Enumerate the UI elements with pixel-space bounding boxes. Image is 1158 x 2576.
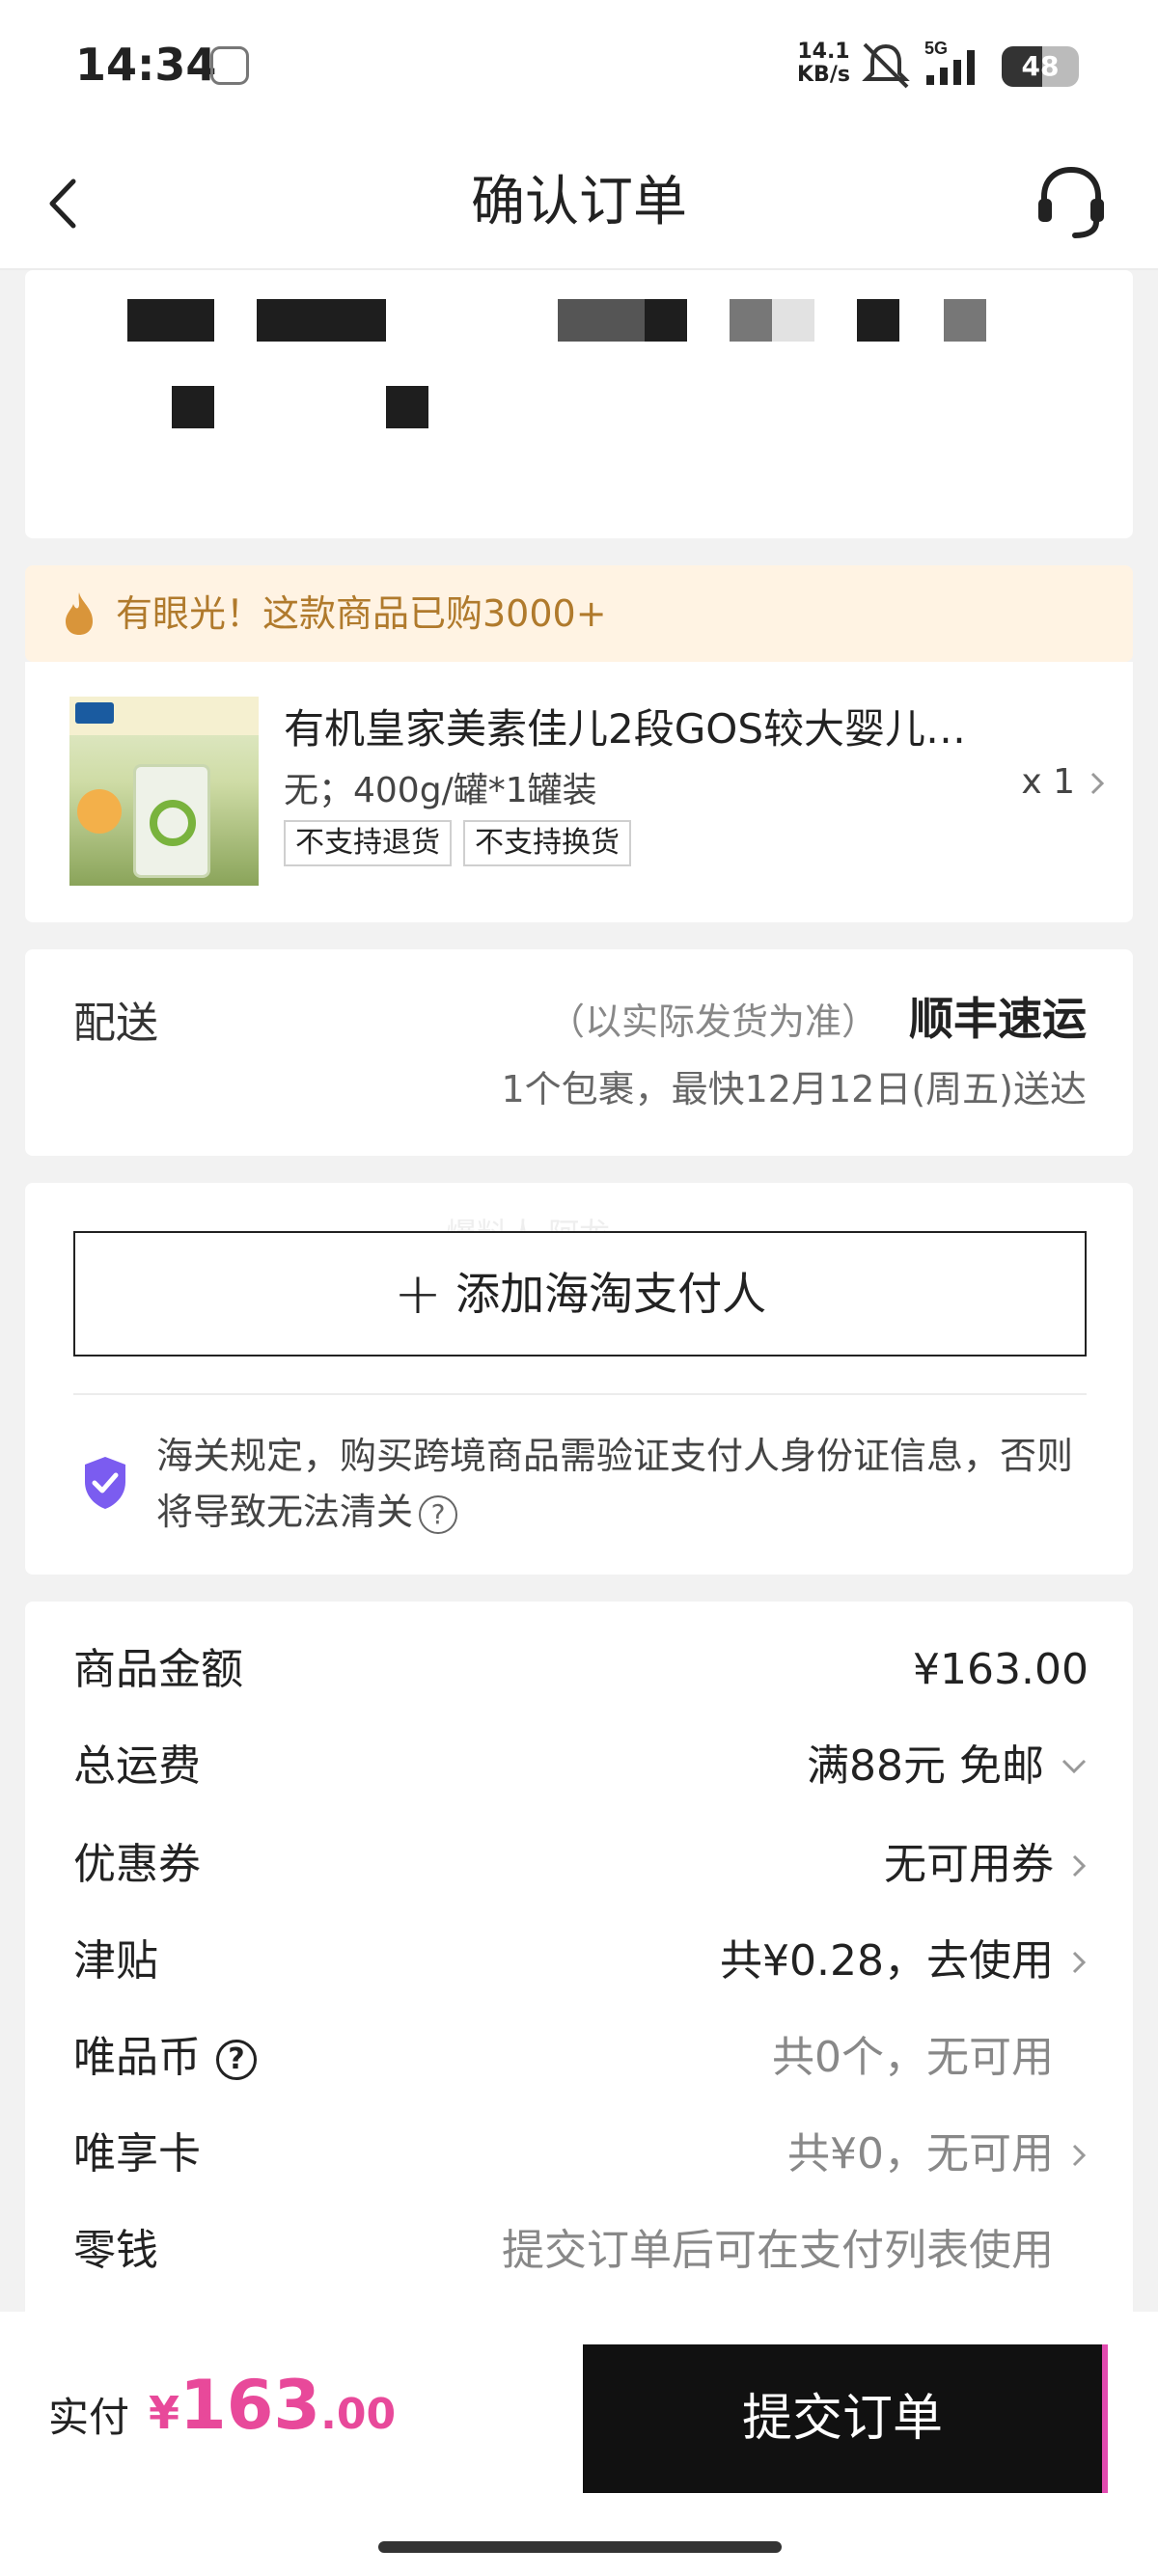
battery-level: 48 — [1021, 50, 1060, 82]
purchase-tip-banner: 有眼光！这款商品已购3000+ — [25, 565, 1133, 662]
redacted-block — [645, 299, 687, 342]
help-icon[interactable]: ? — [216, 2040, 257, 2080]
chevron-right-icon[interactable] — [1069, 1850, 1089, 1881]
redacted-block — [602, 299, 645, 342]
address-card[interactable] — [25, 270, 1133, 538]
headset-icon[interactable] — [1033, 162, 1110, 243]
goods-amount-label: 商品金额 — [73, 1645, 243, 1694]
submit-order-button[interactable]: 提交订单 — [583, 2344, 1108, 2493]
change-label: 零钱 — [73, 2226, 158, 2275]
status-bar: 14:34 14.1 KB/s 5G 48 — [0, 0, 1158, 135]
subsidy-label: 津贴 — [73, 1936, 158, 1986]
add-payer-button[interactable]: + 添加海淘支付人 — [73, 1231, 1087, 1357]
coin-value: 共0个，无可用 — [772, 2033, 1054, 2082]
pay-label: 实付 — [48, 2394, 130, 2441]
delivery-note: （以实际发货为准） — [547, 1000, 878, 1043]
bottom-action-bar: 实付 ¥163.00 提交订单 — [0, 2312, 1158, 2576]
redacted-block — [857, 299, 899, 342]
add-payer-label: 添加海淘支付人 — [455, 1268, 767, 1320]
status-time: 14:34 — [75, 39, 217, 91]
plus-icon: + — [393, 1260, 443, 1328]
row-coin: 唯品币? 共0个，无可用 — [73, 2024, 1089, 2092]
chevron-right-icon[interactable] — [1069, 2140, 1089, 2171]
redacted-block — [386, 386, 428, 428]
battery-icon: 48 — [1002, 46, 1079, 87]
signal-icon: 5G — [924, 39, 975, 85]
tag-no-return: 不支持退货 — [284, 820, 452, 866]
nav-bar: 确认订单 — [0, 135, 1158, 270]
product-spec: 无；400g/罐*1罐装 — [284, 771, 597, 810]
tip-text: 有眼光！这款商品已购3000+ — [116, 592, 607, 635]
redacted-block — [730, 299, 772, 342]
customs-notice-text: 海关规定，购买跨境商品需验证支付人身份证信息，否则将导致无法清关 — [156, 1435, 1074, 1533]
change-value: 提交订单后可在支付列表使用 — [502, 2226, 1054, 2275]
coupon-label: 优惠券 — [73, 1840, 201, 1889]
delivery-eta: 1个包裹，最快12月12日(周五)送达 — [501, 1068, 1087, 1110]
pay-amount-dec: .00 — [320, 2390, 397, 2439]
home-indicator[interactable] — [378, 2541, 782, 2553]
coupon-value: 无可用券 — [884, 1840, 1054, 1889]
goods-amount-value: ¥163.00 — [913, 1645, 1089, 1694]
pay-amount-int: 163 — [179, 2366, 321, 2445]
chevron-right-icon[interactable] — [1069, 1947, 1089, 1978]
chevron-down-icon[interactable] — [1060, 1756, 1089, 1777]
payer-card: 爆料人 阿龙 +添加海淘支付人 海关规定，购买跨境商品需验证支付人身份证信息，否… — [25, 1183, 1133, 1575]
row-subsidy[interactable]: 津贴 共¥0.28，去使用 — [73, 1928, 1089, 1995]
mute-icon — [862, 42, 910, 89]
product-card[interactable]: 有机皇家美素佳儿2段GOS较大婴儿… 无；400g/罐*1罐装 x 1 不支持退… — [25, 662, 1133, 922]
coin-label: 唯品币? — [73, 2024, 257, 2092]
row-shipping[interactable]: 总运费 满88元 免邮 — [73, 1733, 1089, 1800]
product-tags: 不支持退货 不支持换货 — [284, 820, 631, 866]
delivery-card: 配送 （以实际发货为准） 顺丰速运 1个包裹，最快12月12日(周五)送达 — [25, 949, 1133, 1156]
net-speed-unit: KB/s — [797, 63, 850, 87]
delivery-label: 配送 — [73, 999, 158, 1048]
redacted-block — [257, 299, 386, 342]
help-icon[interactable]: ? — [419, 1494, 458, 1534]
row-change: 零钱 提交订单后可在支付列表使用 — [73, 2217, 1089, 2285]
pay-currency: ¥ — [149, 2387, 180, 2439]
net-speed: 14.1 KB/s — [797, 41, 850, 87]
delivery-carrier: 顺丰速运 — [909, 993, 1087, 1045]
card-label: 唯享卡 — [73, 2129, 201, 2179]
network-type: 5G — [924, 39, 948, 58]
net-speed-value: 14.1 — [797, 40, 850, 64]
redacted-block — [172, 386, 214, 428]
chevron-right-icon[interactable] — [1087, 768, 1108, 799]
divider — [73, 1393, 1087, 1395]
customs-notice: 海关规定，购买跨境商品需验证支付人身份证信息，否则将导致无法清关? — [156, 1428, 1102, 1540]
redacted-block — [772, 299, 814, 342]
row-coupon[interactable]: 优惠券 无可用券 — [73, 1831, 1089, 1899]
redacted-block — [944, 299, 986, 342]
flame-icon — [66, 592, 93, 635]
notification-icon — [210, 46, 249, 85]
product-quantity: x 1 — [1021, 762, 1075, 802]
shipping-label: 总运费 — [73, 1741, 201, 1791]
row-goods-amount: 商品金额 ¥163.00 — [73, 1636, 1089, 1704]
tag-no-exchange: 不支持换货 — [463, 820, 631, 866]
price-summary-card: 商品金额 ¥163.00 总运费 满88元 免邮 优惠券 无可用券 津贴 共¥0… — [25, 1602, 1133, 2335]
coin-label-text: 唯品币 — [73, 2033, 201, 2082]
shield-check-icon — [85, 1457, 125, 1509]
subsidy-value: 共¥0.28，去使用 — [720, 1936, 1054, 1986]
page-title: 确认订单 — [471, 171, 687, 233]
shipping-value: 满88元 免邮 — [807, 1741, 1044, 1791]
product-image — [69, 697, 259, 886]
product-title: 有机皇家美素佳儿2段GOS较大婴儿… — [284, 705, 966, 753]
card-value: 共¥0，无可用 — [787, 2129, 1054, 2179]
redacted-block — [127, 299, 214, 342]
row-vip-card[interactable]: 唯享卡 共¥0，无可用 — [73, 2121, 1089, 2188]
pay-amount: ¥163.00 — [149, 2366, 396, 2445]
redacted-block — [558, 299, 602, 342]
